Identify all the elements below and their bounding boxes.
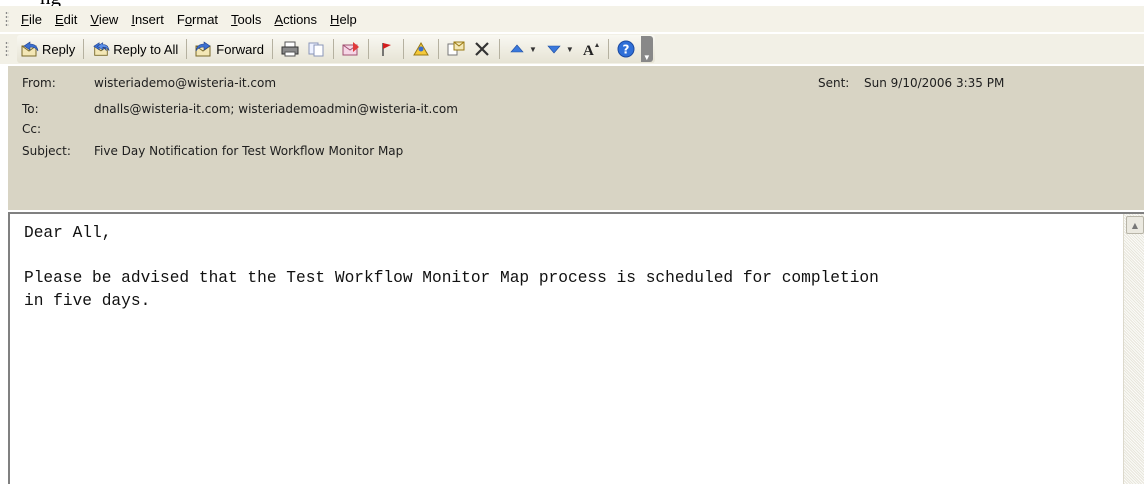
message-paragraph: Please be advised that the Test Workflow… [24, 269, 879, 310]
previous-item-button[interactable]: ▼ [504, 37, 541, 61]
toolbar-separator [367, 39, 369, 59]
scroll-up-button[interactable]: ▲ [1126, 216, 1144, 234]
reply-label: Reply [42, 41, 76, 57]
subject-row: Subject: Five Day Notification for Test … [22, 144, 403, 158]
to-label: To: [22, 102, 39, 116]
message-text[interactable]: Dear All, Please be advised that the Tes… [24, 222, 1114, 312]
font-size-button[interactable]: A [578, 37, 604, 61]
font-size-icon: A [582, 40, 600, 58]
toolbar-separator [402, 39, 404, 59]
chevron-down-icon[interactable]: ▼ [566, 45, 574, 54]
menu-format[interactable]: Format [173, 12, 227, 27]
toolbar-separator [186, 39, 188, 59]
forward-button[interactable]: Forward [191, 37, 268, 61]
menu-help[interactable]: Help [326, 12, 366, 27]
copy-button[interactable] [303, 37, 329, 61]
move-to-folder-button[interactable] [338, 37, 364, 61]
subject-label: Subject: [22, 144, 71, 158]
toolbar-options-button[interactable]: ▼ [640, 36, 653, 62]
menu-edit[interactable]: Edit [51, 12, 86, 27]
forward-icon [195, 40, 213, 58]
print-icon [281, 40, 299, 58]
menu-file[interactable]: File [17, 12, 51, 27]
message-greeting: Dear All, [24, 224, 112, 242]
help-icon: ? [617, 40, 635, 58]
to-value[interactable]: dnalls@wisteria-it.com; wisteriademoadmi… [94, 102, 458, 116]
toolbar-separator [271, 39, 273, 59]
previous-item-icon [508, 40, 526, 58]
next-item-icon [545, 40, 563, 58]
vertical-scrollbar[interactable]: ▲ [1123, 214, 1144, 484]
menu-insert[interactable]: Insert [127, 12, 173, 27]
print-button[interactable] [277, 37, 303, 61]
delete-button[interactable] [469, 37, 495, 61]
toolbar-separator [332, 39, 334, 59]
menu-tools[interactable]: Tools [227, 12, 270, 27]
categories-icon [447, 40, 465, 58]
categories-button[interactable] [443, 37, 469, 61]
toolbar-grip[interactable] [5, 41, 9, 57]
toolbar-separator [607, 39, 609, 59]
reply-all-label: Reply to All [113, 41, 179, 57]
from-value[interactable]: wisteriademo@wisteria-it.com [94, 76, 276, 90]
menu-grip[interactable] [5, 11, 9, 27]
toolbar-separator [498, 39, 500, 59]
next-item-button[interactable]: ▼ [541, 37, 578, 61]
svg-text:?: ? [622, 43, 629, 57]
delete-icon [473, 40, 491, 58]
help-button[interactable]: ? [613, 37, 639, 61]
move-icon [342, 40, 360, 58]
address-book-button[interactable] [408, 37, 434, 61]
sent-label: Sent: [818, 76, 850, 90]
message-body[interactable]: Dear All, Please be advised that the Tes… [8, 212, 1144, 484]
menu-bar: File Edit View Insert Format Tools Actio… [0, 6, 1144, 32]
from-row: From: wisteriademo@wisteria-it.com [22, 76, 276, 90]
flag-icon [377, 40, 395, 58]
sent-row: Sent: Sun 9/10/2006 3:35 PM [818, 76, 1004, 90]
reply-button[interactable]: Reply [17, 37, 79, 61]
sent-value: Sun 9/10/2006 3:35 PM [864, 76, 1005, 90]
toolbar-separator [437, 39, 439, 59]
from-label: From: [22, 76, 56, 90]
cc-label: Cc: [22, 122, 42, 136]
forward-label: Forward [216, 41, 264, 57]
reply-all-icon [92, 40, 110, 58]
follow-up-button[interactable] [373, 37, 399, 61]
cc-row: Cc: [22, 122, 94, 136]
to-row: To: dnalls@wisteria-it.com; wisteriademo… [22, 102, 458, 116]
subject-value: Five Day Notification for Test Workflow … [94, 144, 404, 158]
reply-all-button[interactable]: Reply to All [88, 37, 182, 61]
menu-view[interactable]: View [86, 12, 127, 27]
toolbar-buttons: Reply Reply to All Forward ▼ ▼ A ? ▼ [17, 35, 655, 63]
menu-actions[interactable]: Actions [270, 12, 326, 27]
contacts-icon [412, 40, 430, 58]
svg-text:A: A [583, 43, 594, 57]
reply-icon [21, 40, 39, 58]
standard-toolbar: Reply Reply to All Forward ▼ ▼ A ? ▼ [0, 34, 1144, 64]
toolbar-separator [83, 39, 85, 59]
copy-icon [307, 40, 325, 58]
message-header: From: wisteriademo@wisteria-it.com Sent:… [8, 66, 1144, 210]
chevron-down-icon[interactable]: ▼ [529, 45, 537, 54]
